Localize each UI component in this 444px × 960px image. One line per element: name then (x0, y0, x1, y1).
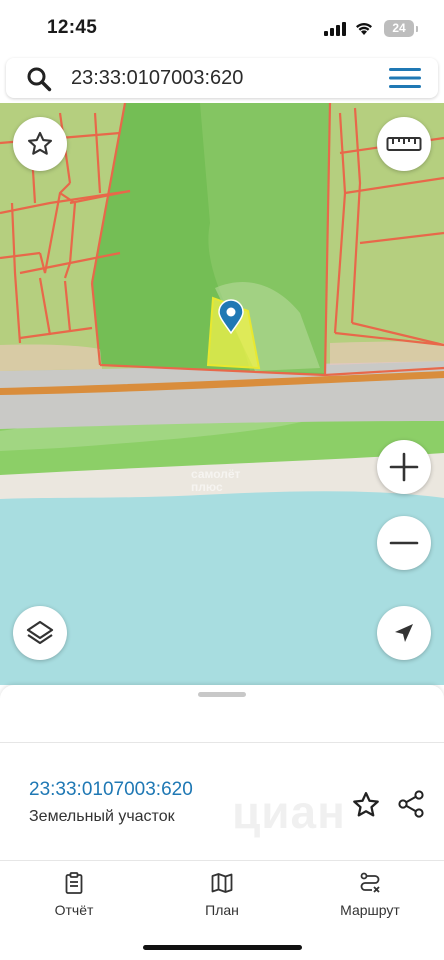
clipboard-icon (65, 872, 83, 894)
hamburger-menu-icon[interactable] (389, 67, 421, 89)
search-icon[interactable] (26, 66, 52, 92)
watermark-line-2: плюс (191, 480, 223, 494)
battery-icon: 24 (384, 20, 418, 37)
ruler-icon (386, 137, 422, 151)
cian-watermark: циан (232, 786, 346, 838)
plus-icon (389, 452, 419, 482)
status-bar: 12:45 24 (0, 0, 444, 56)
parcel-type: Земельный участок (29, 808, 175, 825)
search-input[interactable]: 23:33:0107003:620 (71, 67, 243, 90)
sheet-grabber[interactable] (198, 692, 246, 697)
share-icon[interactable] (396, 789, 426, 819)
battery-level: 24 (392, 21, 406, 35)
map-view[interactable]: самолёт плюс (0, 103, 444, 685)
sheet-divider (0, 742, 444, 743)
cellular-signal-icon (324, 22, 346, 36)
star-icon[interactable] (351, 790, 381, 820)
status-time: 12:45 (47, 17, 98, 38)
layers-icon (26, 620, 54, 645)
nav-item-plan[interactable]: План (162, 871, 282, 918)
navigation-arrow-icon (395, 624, 413, 642)
nav-item-route[interactable]: Маршрут (310, 871, 430, 918)
parcel-info-sheet[interactable]: циан 23:33:0107003:620 Земельный участок (0, 685, 444, 860)
search-bar[interactable]: 23:33:0107003:620 (6, 58, 438, 98)
home-indicator[interactable] (143, 945, 302, 950)
map-watermark: самолёт плюс (191, 468, 240, 494)
star-icon (27, 131, 53, 155)
wifi-icon (356, 22, 372, 35)
favorite-button[interactable] (13, 117, 67, 171)
nav-label-plan: План (205, 902, 239, 918)
map-canvas[interactable] (0, 103, 444, 685)
minus-icon (389, 541, 419, 545)
nav-label-route: Маршрут (340, 902, 400, 918)
zoom-out-button[interactable] (377, 516, 431, 570)
ruler-button[interactable] (377, 117, 431, 171)
my-location-button[interactable] (377, 606, 431, 660)
parcel-cadastral-number[interactable]: 23:33:0107003:620 (29, 779, 193, 801)
zoom-in-button[interactable] (377, 440, 431, 494)
layers-button[interactable] (13, 606, 67, 660)
nav-item-report[interactable]: Отчёт (14, 871, 134, 918)
map-icon (211, 873, 233, 893)
route-icon (360, 872, 380, 893)
bottom-navigation: Отчёт План Маршрут (0, 860, 444, 960)
nav-label-report: Отчёт (54, 902, 94, 918)
